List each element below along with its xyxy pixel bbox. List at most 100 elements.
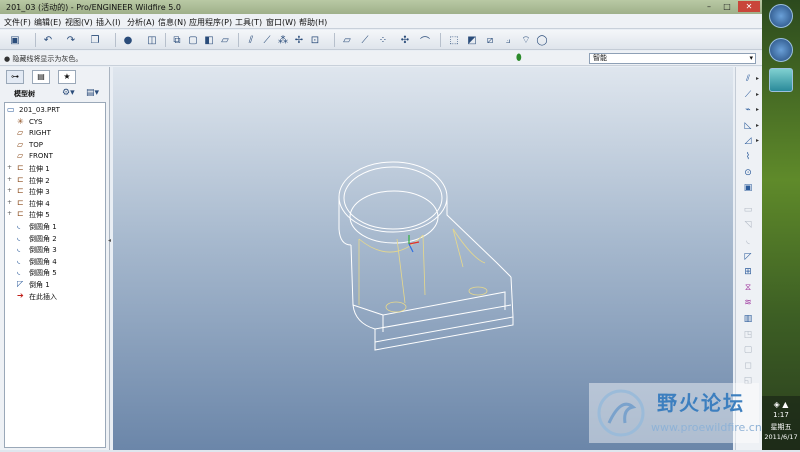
hole-tool-icon[interactable]: ⊙ — [741, 167, 755, 179]
shell-tool-icon[interactable]: ▣ — [741, 182, 755, 194]
pattern-tool-icon[interactable]: ⊞ — [741, 266, 755, 278]
menu-analysis[interactable]: 分析(A) — [127, 17, 155, 28]
extend-tool-icon[interactable]: ◳ — [741, 329, 755, 341]
chamfer-tool-icon[interactable]: ◸ — [741, 251, 755, 263]
redo-icon[interactable]: ↷ — [64, 33, 78, 47]
point-display-icon[interactable]: ⁂ — [276, 33, 290, 47]
extrude-tool-icon[interactable]: ◺ ▸ — [741, 120, 759, 132]
folder-tab[interactable]: ▤ — [32, 70, 50, 84]
datum-plane-tool-icon[interactable]: ⫽ ▸ — [741, 73, 759, 85]
draft-tool-icon[interactable]: ◹ — [741, 219, 755, 231]
plane-display-icon[interactable]: ⫽ — [244, 33, 258, 47]
sketch-tool-icon[interactable]: ⌁ ▸ — [741, 104, 759, 116]
flyout-arrow-icon[interactable]: ▸ — [756, 104, 759, 116]
close-button[interactable]: ✕ — [738, 1, 760, 12]
menu-bar: 文件(F) 编辑(E) 视图(V) 插入(I) 分析(A) 信息(N) 应用程序… — [0, 14, 762, 29]
menu-help[interactable]: 帮助(H) — [299, 17, 327, 28]
tree-item[interactable]: + ⊏ 拉伸 2 — [5, 175, 105, 186]
datum-plane-icon[interactable]: ▱ — [340, 33, 354, 47]
tree-item[interactable]: ✳ CYS — [5, 117, 105, 128]
tree-item[interactable]: ◸ 倒角 1 — [5, 279, 105, 290]
menu-window[interactable]: 窗口(W) — [266, 17, 296, 28]
datum-display-icon[interactable]: ⌔ — [519, 33, 533, 47]
orient-icon[interactable]: ◧ — [202, 33, 216, 47]
wireframe-icon[interactable]: ▱ — [218, 33, 232, 47]
hidden-line-icon[interactable]: ⧄ — [483, 33, 497, 47]
datum-csys-icon[interactable]: ✣ — [398, 33, 412, 47]
flyout-arrow-icon[interactable]: ▸ — [756, 73, 759, 85]
menu-applications[interactable]: 应用程序(P) — [189, 17, 232, 28]
tree-item[interactable]: ◟ 倒圆角 1 — [5, 221, 105, 232]
offset-tool-icon[interactable]: ▢ — [741, 344, 755, 356]
app-icon[interactable] — [769, 68, 793, 92]
tree-item[interactable]: + ⊏ 拉伸 1 — [5, 163, 105, 174]
tree-tab[interactable]: ⊶ — [6, 70, 24, 84]
tree-item[interactable]: + ⊏ 拉伸 4 — [5, 198, 105, 209]
shading-icon[interactable]: ● — [121, 33, 135, 47]
expand-icon[interactable]: + — [7, 199, 12, 206]
clock-time[interactable]: 1:17 — [762, 411, 800, 419]
menu-edit[interactable]: 编辑(E) — [34, 17, 61, 28]
repaint-icon[interactable]: ⧉ — [170, 33, 184, 47]
datum-axis-icon[interactable]: ⟋ — [358, 33, 372, 47]
start-orb-icon[interactable] — [769, 4, 793, 28]
tree-item[interactable]: ▱ RIGHT — [5, 128, 105, 139]
mirror-tool-icon[interactable]: ⧖ — [741, 282, 755, 294]
menu-insert[interactable]: 插入(I) — [96, 17, 121, 28]
tree-item[interactable]: + ⊏ 拉伸 3 — [5, 186, 105, 197]
menu-file[interactable]: 文件(F) — [4, 17, 31, 28]
comment-icon[interactable]: ◯ — [535, 33, 549, 47]
tree-item[interactable]: ▱ TOP — [5, 140, 105, 151]
tree-item[interactable]: + ⊏ 拉伸 5 — [5, 209, 105, 220]
csys-display-icon[interactable]: ✢ — [292, 33, 306, 47]
menu-view[interactable]: 视图(V) — [65, 17, 93, 28]
sweep-tool-icon[interactable]: ⌇ — [741, 151, 755, 163]
expand-icon[interactable]: + — [7, 176, 12, 183]
menu-tools[interactable]: 工具(T) — [235, 17, 262, 28]
round-tool-icon[interactable]: ◟ — [741, 235, 755, 247]
minimize-button[interactable]: – — [700, 1, 718, 12]
tree-item[interactable]: ▭ 201_03.PRT — [5, 105, 105, 116]
no-hidden-icon[interactable]: ⟓ — [501, 33, 515, 47]
show-icon[interactable]: ▤▾ — [86, 88, 99, 98]
flyout-arrow-icon[interactable]: ▸ — [756, 89, 759, 101]
expand-icon[interactable]: + — [7, 164, 12, 171]
gadget-icon[interactable] — [769, 38, 793, 62]
trim-tool-icon[interactable]: ▥ — [741, 313, 755, 325]
tree-item[interactable]: ▱ FRONT — [5, 151, 105, 162]
flyout-arrow-icon[interactable]: ▸ — [756, 135, 759, 147]
sketch-icon[interactable]: ⬚ — [447, 33, 461, 47]
system-tray: ◈ ▲ 1:17 星期五 2011/6/17 — [762, 396, 800, 450]
thicken-tool-icon[interactable]: ◻ — [741, 360, 755, 372]
revolve-tool-icon[interactable]: ◿ ▸ — [741, 135, 759, 147]
refit-icon[interactable]: ▢ — [186, 33, 200, 47]
selection-filter[interactable]: 智能 ▾ — [589, 53, 756, 64]
tree-item[interactable]: ◟ 倒圆角 5 — [5, 267, 105, 278]
tree-item[interactable]: ◟ 倒圆角 4 — [5, 256, 105, 267]
annotation-display-icon[interactable]: ⊡ — [308, 33, 322, 47]
save-icon[interactable]: ▣ — [8, 33, 22, 47]
tree-item[interactable]: ◟ 倒圆角 2 — [5, 233, 105, 244]
tree-item[interactable]: ◟ 倒圆角 3 — [5, 244, 105, 255]
collapse-panel-icon[interactable]: ◂ — [108, 237, 111, 244]
datum-plane-icon: ▱ — [17, 128, 24, 138]
copy-icon[interactable]: ❐ — [88, 33, 102, 47]
flyout-arrow-icon[interactable]: ▸ — [756, 120, 759, 132]
menu-info[interactable]: 信息(N) — [158, 17, 186, 28]
undo-icon[interactable]: ↶ — [41, 33, 55, 47]
analysis-icon[interactable]: ⌒ — [418, 33, 432, 48]
settings-icon[interactable]: ⚙▾ — [62, 88, 75, 98]
tray-icons[interactable]: ◈ ▲ — [762, 400, 800, 409]
shaded-icon[interactable]: ◩ — [465, 33, 479, 47]
view-icon[interactable]: ◫ — [145, 33, 159, 47]
datum-axis-tool-icon[interactable]: ⟋ ▸ — [741, 89, 759, 101]
favorites-tab[interactable]: ★ — [58, 70, 76, 84]
rib-tool-icon[interactable]: ▭ — [741, 204, 755, 216]
axis-display-icon[interactable]: ⟋ — [260, 33, 274, 47]
expand-icon[interactable]: + — [7, 187, 12, 194]
datum-point-icon[interactable]: ⁘ — [376, 33, 390, 47]
tree-item[interactable]: ➔ 在此插入 — [5, 291, 105, 302]
maximize-button[interactable]: □ — [718, 1, 736, 12]
expand-icon[interactable]: + — [7, 210, 12, 217]
merge-tool-icon[interactable]: ≋ — [741, 297, 755, 309]
